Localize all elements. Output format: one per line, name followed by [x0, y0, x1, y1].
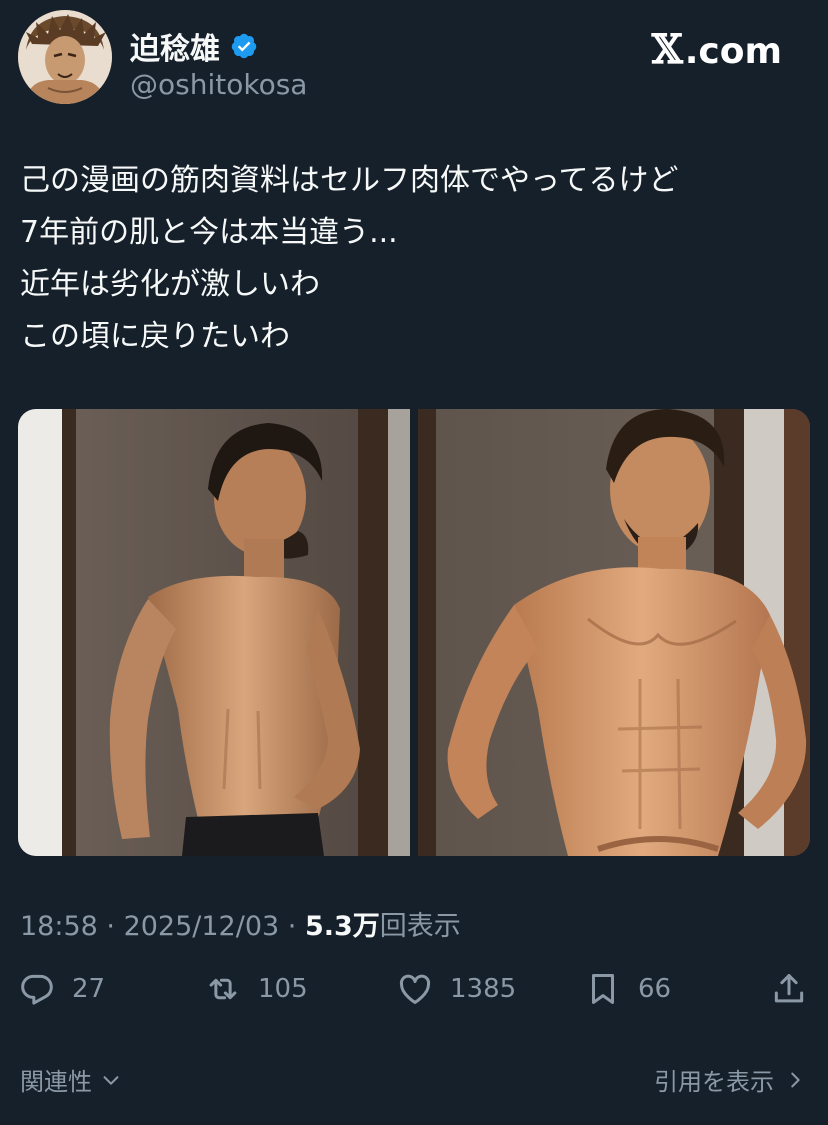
tweet-text: 己の漫画の筋肉資料はセルフ肉体でやってるけど 7年前の肌と今は本当違う... 近…: [20, 155, 800, 363]
heart-icon: [396, 970, 434, 1008]
share-button[interactable]: [770, 970, 808, 1008]
chevron-down-icon: [100, 1069, 122, 1091]
x-brand-logo: 𝕏 .com: [652, 26, 782, 73]
bookmark-icon: [584, 970, 622, 1008]
tweet-actions: 27 105 1385 66: [18, 970, 810, 1020]
tweet-date[interactable]: 2025/12/03: [124, 911, 280, 942]
repost-count: 105: [258, 974, 308, 1004]
tweet-media: [18, 409, 810, 856]
repost-button[interactable]: 105: [204, 970, 308, 1008]
tweet-line: この頃に戻りたいわ: [20, 319, 290, 354]
tweet-time[interactable]: 18:58: [20, 911, 98, 942]
tweet-line: 己の漫画の筋肉資料はセルフ肉体でやってるけど: [20, 163, 679, 198]
meta-separator: ·: [279, 911, 305, 942]
speech-bubble-icon: [18, 970, 56, 1008]
quotes-label: 引用を表示: [654, 1068, 774, 1096]
related-label: 関連性: [20, 1068, 92, 1096]
related-sort-toggle[interactable]: 関連性: [20, 1062, 122, 1097]
bookmark-button[interactable]: 66: [584, 970, 671, 1008]
chevron-right-icon: [784, 1069, 806, 1091]
bookmark-count: 66: [638, 974, 672, 1004]
brand-domain: .com: [684, 31, 782, 72]
views-count: 5.3万: [304, 911, 380, 942]
tweet-line: 7年前の肌と今は本当違う...: [20, 215, 398, 250]
like-count: 1385: [450, 974, 517, 1004]
like-button[interactable]: 1385: [396, 970, 516, 1008]
views-label: 回表示: [379, 911, 461, 942]
verified-badge-icon: [230, 32, 258, 60]
reply-count: 27: [72, 974, 106, 1004]
repost-arrows-icon: [204, 970, 242, 1008]
name-row: 迫稔雄: [130, 24, 258, 68]
tweet-line: 近年は劣化が激しいわ: [20, 267, 320, 302]
photo-right[interactable]: [418, 409, 810, 856]
display-name[interactable]: 迫稔雄: [130, 24, 220, 68]
user-handle[interactable]: @oshitokosa: [130, 68, 307, 101]
photo-left[interactable]: [18, 409, 410, 856]
share-upload-icon: [770, 970, 808, 1008]
tweet-timestamp-views: 18:58 · 2025/12/03 · 5.3万回表示: [20, 904, 461, 943]
view-quotes-link[interactable]: 引用を表示: [654, 1062, 806, 1097]
avatar[interactable]: [18, 10, 112, 104]
x-logo-icon: 𝕏: [651, 26, 683, 73]
tweet-header: 迫稔雄 @oshitokosa 𝕏 .com: [18, 10, 810, 106]
meta-separator: ·: [97, 911, 124, 942]
reply-button[interactable]: 27: [18, 970, 105, 1008]
